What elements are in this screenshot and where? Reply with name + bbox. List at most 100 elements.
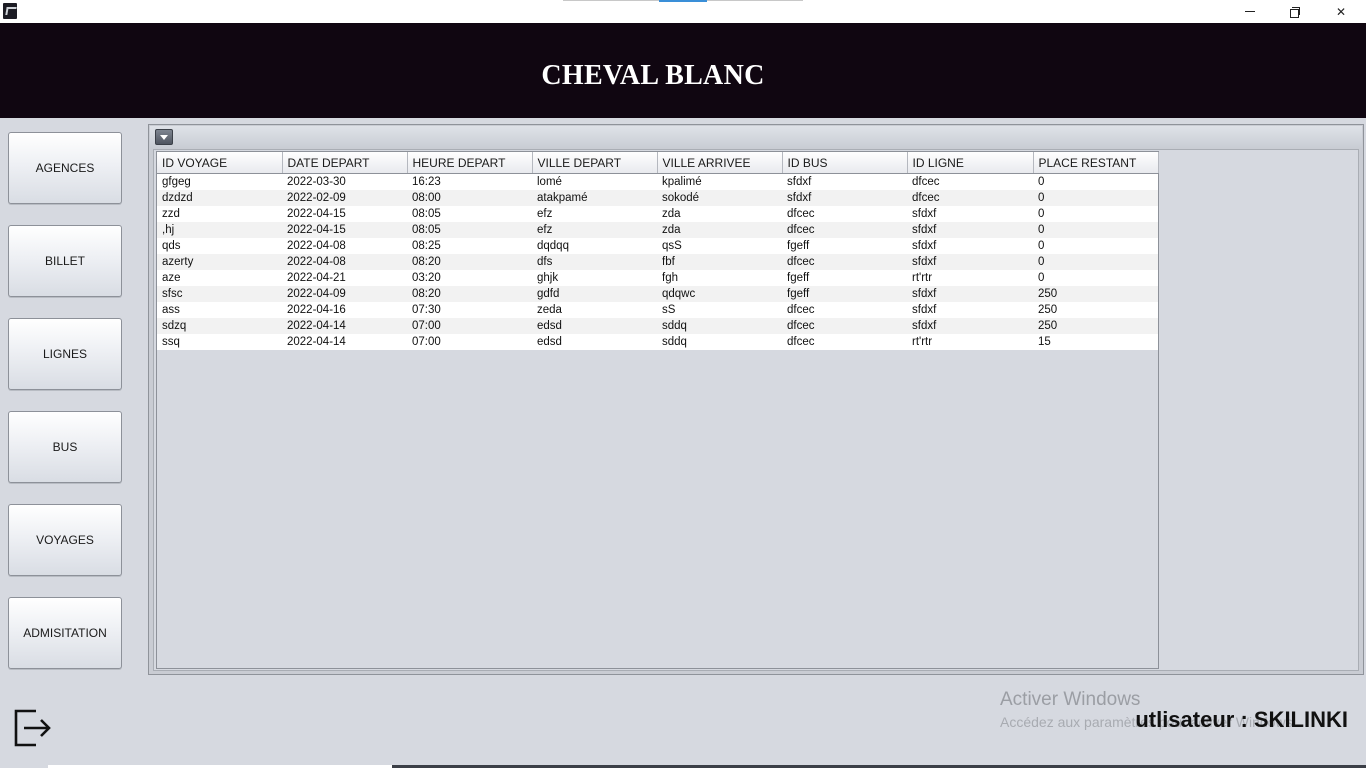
table-cell[interactable]: zeda <box>532 302 657 318</box>
column-header[interactable]: DATE DEPART <box>282 152 408 174</box>
table-cell[interactable]: 2022-04-08 <box>282 238 407 254</box>
table-cell[interactable]: dfs <box>532 254 657 270</box>
table-cell[interactable]: 07:30 <box>407 302 532 318</box>
table-cell[interactable]: 2022-04-09 <box>282 286 407 302</box>
table-cell[interactable]: rt'rtr <box>907 334 1033 350</box>
logout-icon[interactable] <box>12 707 52 749</box>
table-cell[interactable]: ghjk <box>532 270 657 286</box>
voyages-button[interactable]: VOYAGES <box>8 504 122 576</box>
table-cell[interactable]: 0 <box>1033 173 1158 190</box>
table-cell[interactable]: sfdxf <box>907 286 1033 302</box>
table-cell[interactable]: ,hj <box>157 222 282 238</box>
table-cell[interactable]: sfdxf <box>907 318 1033 334</box>
bus-button[interactable]: BUS <box>8 411 122 483</box>
table-cell[interactable]: 2022-03-30 <box>282 173 407 190</box>
table-cell[interactable]: sfdxf <box>907 206 1033 222</box>
table-cell[interactable]: 08:00 <box>407 190 532 206</box>
table-cell[interactable]: fgeff <box>782 238 907 254</box>
table-cell[interactable]: 2022-04-21 <box>282 270 407 286</box>
table-cell[interactable]: 250 <box>1033 302 1158 318</box>
table-row[interactable]: gfgeg 2022-03-30 16:23 lomé kpalimé sfdxf dfce… <box>157 173 1158 190</box>
table-cell[interactable]: gfgeg <box>157 173 282 190</box>
table-cell[interactable]: qds <box>157 238 282 254</box>
table-cell[interactable]: ass <box>157 302 282 318</box>
table-row[interactable]: ssq 2022-04-14 07:00 edsd sddq dfcec rt'rtr 15 <box>157 334 1158 350</box>
column-header[interactable]: ID VOYAGE <box>157 152 283 174</box>
table-cell[interactable]: sS <box>657 302 782 318</box>
table-row[interactable]: aze 2022-04-21 03:20 ghjk fgh fgeff rt'rtr 0 <box>157 270 1158 286</box>
table-cell[interactable]: sokodé <box>657 190 782 206</box>
table-cell[interactable]: 0 <box>1033 222 1158 238</box>
table-cell[interactable]: 2022-04-14 <box>282 318 407 334</box>
table-cell[interactable]: qdqwc <box>657 286 782 302</box>
table-cell[interactable]: sfsc <box>157 286 282 302</box>
table-cell[interactable]: ssq <box>157 334 282 350</box>
table-row[interactable]: ,hj 2022-04-15 08:05 efz zda dfcec sfdxf 0 <box>157 222 1158 238</box>
table-cell[interactable]: edsd <box>532 318 657 334</box>
table-cell[interactable]: sfdxf <box>907 238 1033 254</box>
table-cell[interactable]: sfdxf <box>782 190 907 206</box>
billet-button[interactable]: BILLET <box>8 225 122 297</box>
table-cell[interactable]: 0 <box>1033 270 1158 286</box>
table-cell[interactable]: rt'rtr <box>907 270 1033 286</box>
table-cell[interactable]: dfcec <box>782 254 907 270</box>
table-cell[interactable]: sddq <box>657 334 782 350</box>
table-row[interactable]: qds 2022-04-08 08:25 dqdqq qsS fgeff sfdxf 0 <box>157 238 1158 254</box>
table-row[interactable]: azerty 2022-04-08 08:20 dfs fbf dfcec sfdxf 0 <box>157 254 1158 270</box>
close-button[interactable]: ✕ <box>1318 0 1364 23</box>
dropdown-toggle-button[interactable] <box>155 129 173 145</box>
table-cell[interactable]: 03:20 <box>407 270 532 286</box>
table-cell[interactable]: fbf <box>657 254 782 270</box>
table-cell[interactable]: 2022-02-09 <box>282 190 407 206</box>
table-cell[interactable]: zda <box>657 222 782 238</box>
column-header[interactable]: PLACE RESTANT <box>1033 152 1159 174</box>
table-cell[interactable]: dzdzd <box>157 190 282 206</box>
table-cell[interactable]: 0 <box>1033 206 1158 222</box>
column-header[interactable]: HEURE DEPART <box>407 152 533 174</box>
table-cell[interactable]: dfcec <box>782 334 907 350</box>
column-header[interactable]: VILLE DEPART <box>532 152 658 174</box>
table-row[interactable]: sfsc 2022-04-09 08:20 gdfd qdqwc fgeff sfdxf 25… <box>157 286 1158 302</box>
table-cell[interactable]: sdzq <box>157 318 282 334</box>
table-cell[interactable]: 08:05 <box>407 206 532 222</box>
minimize-button[interactable] <box>1227 0 1273 23</box>
table-cell[interactable]: aze <box>157 270 282 286</box>
lignes-button[interactable]: LIGNES <box>8 318 122 390</box>
table-cell[interactable]: 07:00 <box>407 318 532 334</box>
table-row[interactable]: zzd 2022-04-15 08:05 efz zda dfcec sfdxf 0 <box>157 206 1158 222</box>
column-header[interactable]: VILLE ARRIVEE <box>657 152 783 174</box>
table-cell[interactable]: sddq <box>657 318 782 334</box>
table-cell[interactable]: 2022-04-16 <box>282 302 407 318</box>
table-row[interactable]: ass 2022-04-16 07:30 zeda sS dfcec sfdxf 250 <box>157 302 1158 318</box>
table-cell[interactable]: 2022-04-14 <box>282 334 407 350</box>
table-cell[interactable]: 2022-04-08 <box>282 254 407 270</box>
restore-button[interactable] <box>1272 0 1318 23</box>
column-header[interactable]: ID LIGNE <box>907 152 1034 174</box>
table-cell[interactable]: lomé <box>532 173 657 190</box>
table-cell[interactable]: gdfd <box>532 286 657 302</box>
table-cell[interactable]: kpalimé <box>657 173 782 190</box>
table-row[interactable]: dzdzd 2022-02-09 08:00 atakpamé sokodé sfdxf d… <box>157 190 1158 206</box>
table-cell[interactable]: 08:25 <box>407 238 532 254</box>
table-cell[interactable]: sfdxf <box>907 302 1033 318</box>
column-header[interactable]: ID BUS <box>782 152 908 174</box>
table-cell[interactable]: sfdxf <box>907 222 1033 238</box>
table-cell[interactable]: 2022-04-15 <box>282 222 407 238</box>
agences-button[interactable]: AGENCES <box>8 132 122 204</box>
table-cell[interactable]: 2022-04-15 <box>282 206 407 222</box>
table-cell[interactable]: 0 <box>1033 190 1158 206</box>
table-cell[interactable]: 250 <box>1033 286 1158 302</box>
table-cell[interactable]: fgeff <box>782 270 907 286</box>
table-cell[interactable]: 0 <box>1033 238 1158 254</box>
table-cell[interactable]: qsS <box>657 238 782 254</box>
table-cell[interactable]: zzd <box>157 206 282 222</box>
table-cell[interactable]: efz <box>532 222 657 238</box>
table-row[interactable]: sdzq 2022-04-14 07:00 edsd sddq dfcec sfdxf 250 <box>157 318 1158 334</box>
table-cell[interactable]: 0 <box>1033 254 1158 270</box>
table-cell[interactable]: azerty <box>157 254 282 270</box>
table-cell[interactable]: dfcec <box>782 206 907 222</box>
table-cell[interactable]: zda <box>657 206 782 222</box>
table-cell[interactable]: 08:05 <box>407 222 532 238</box>
voyages-table-scroll[interactable]: ID VOYAGE DATE DEPART HEURE DEPART VILLE DE… <box>156 151 1159 669</box>
table-cell[interactable]: fgh <box>657 270 782 286</box>
